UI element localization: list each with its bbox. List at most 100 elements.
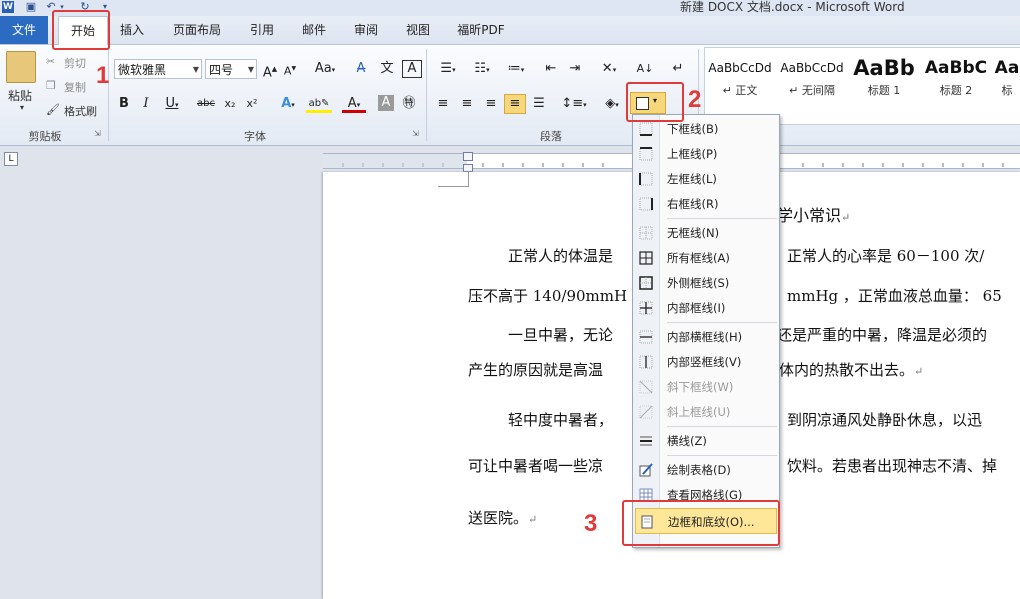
tab-insert[interactable]: 插入 [112,16,152,44]
menu-item-horizontal-line[interactable]: 横线(Z) [633,429,779,453]
tab-selector-icon[interactable]: L [4,152,18,166]
menu-item-outside-borders[interactable]: 外侧框线(S) [633,271,779,295]
font-size-combo[interactable]: 四号 ▼ [205,59,257,79]
bullets-icon[interactable]: ☰▾ [434,60,462,78]
paste-icon[interactable] [6,51,36,83]
copy-button[interactable]: 复制 [64,79,86,95]
font-launcher-icon[interactable]: ⇲ [412,129,419,138]
character-border-icon[interactable]: A [402,60,422,78]
tab-view[interactable]: 视图 [398,16,438,44]
menu-separator [667,455,777,456]
doc-line: 正常人的体温是 [508,247,614,265]
hanging-indent-marker[interactable] [463,164,473,172]
menu-item-inside-borders[interactable]: 内部框线(I) [633,296,779,320]
menu-item-inside-vertical[interactable]: 内部竖框线(V) [633,350,779,374]
cut-button[interactable]: 剪切 [64,55,86,71]
grow-font-icon[interactable]: A▲ [262,60,278,80]
tab-references[interactable]: 引用 [242,16,282,44]
align-left-icon[interactable]: ≡ [434,95,452,113]
menu-item-no-border[interactable]: 无框线(N) [633,221,779,245]
font-color-icon[interactable]: A▾ [342,95,366,113]
menu-item-label: 所有框线(A) [667,251,730,265]
style-heading-1[interactable]: AaBb 标题 1 [849,54,919,114]
italic-icon[interactable]: I [138,95,154,113]
tab-file[interactable]: 文件 [0,16,48,44]
font-name-value: 微软雅黑 [118,63,167,77]
menu-item-label: 内部竖框线(V) [667,355,742,369]
doc-line-with-mark: 体内的热散不出去。↵ [779,359,923,380]
paste-button[interactable]: 粘贴 [8,87,32,104]
font-name-combo[interactable]: 微软雅黑 ▼ [114,59,202,79]
menu-item-label: 绘制表格(D) [667,463,731,477]
paragraph-group-label: 段落 [540,130,562,143]
menu-item-label: 右框线(R) [667,197,719,211]
phonetic-guide-icon[interactable]: 文 [378,60,396,78]
menu-item-left-border[interactable]: 左框线(L) [633,167,779,191]
increase-indent-icon[interactable]: ⇥ [566,60,584,78]
underline-icon[interactable]: U▾ [160,95,184,113]
clipboard-launcher-icon[interactable]: ⇲ [94,129,101,138]
doc-line: 压不高于 140/90mmH [468,287,628,305]
highlight-color-icon[interactable]: ab✎ [306,95,332,113]
doc-line: 正常人的心率是 60－100 次/ [787,247,985,265]
text-effects-icon[interactable]: A▾ [276,95,300,113]
bold-icon[interactable]: B [116,95,132,113]
menu-item-draw-table[interactable]: 绘制表格(D) [633,458,779,482]
paste-dropdown-icon[interactable]: ▾ [20,103,24,112]
paragraph-mark: ↵ [914,365,924,378]
first-line-indent-marker[interactable] [463,152,473,161]
align-right-icon[interactable]: ≡ [482,95,500,113]
enclose-characters-icon[interactable]: ㊕ [400,95,418,113]
distributed-icon[interactable]: ☰ [530,95,548,113]
center-icon[interactable]: ≡ [458,95,476,113]
tab-review[interactable]: 审阅 [346,16,386,44]
style-name: 标 [1001,84,1013,97]
style-normal[interactable]: AaBbCcDd ↵ 正文 [705,54,775,114]
format-painter-icon[interactable]: 🖌 [46,103,60,116]
clear-formatting-icon[interactable]: A̶ [352,60,370,78]
chinese-layout-icon[interactable]: ✕▾ [596,60,622,78]
tab-mailings[interactable]: 邮件 [294,16,334,44]
menu-item-top-border[interactable]: 上框线(P) [633,142,779,166]
tab-page-layout[interactable]: 页面布局 [166,16,228,44]
ribbon-tab-bar: 文件 开始 插入 页面布局 引用 邮件 审阅 视图 福昕PDF [0,16,1020,45]
doc-line: 饮料。若患者出现神志不清、掉 [787,457,998,475]
change-case-icon[interactable]: Aa▾ [314,60,336,78]
title-bar: W ▣ ↶ ▾ ↻ ▾ 新建 DOCX 文档.docx - Microsoft … [0,0,1020,17]
tab-foxit-pdf[interactable]: 福昕PDF [450,16,512,44]
character-shading-icon[interactable]: A [378,95,394,111]
shrink-font-icon[interactable]: A▼ [282,60,298,78]
window-title: 新建 DOCX 文档.docx - Microsoft Word [680,0,905,14]
numbering-icon[interactable]: ☷▾ [468,60,496,78]
save-icon[interactable]: ▣ [24,1,38,13]
doc-line: mmHg ，正常血液总血量： 65 [787,287,1002,305]
superscript-icon[interactable]: x² [244,95,260,113]
style-sample: AaBb [853,56,915,80]
style-heading[interactable]: Aa 标 [993,54,1020,114]
shading-icon[interactable]: ◈▾ [600,95,624,113]
doc-line: 产生的原因就是高温 [468,361,604,379]
menu-item-inside-horizontal[interactable]: 内部横框线(H) [633,325,779,349]
annotation-box-home-tab [52,10,110,50]
subscript-icon[interactable]: x₂ [222,95,238,113]
menu-item-label: 斜上框线(U) [667,405,731,419]
justify-icon[interactable]: ≡ [504,94,526,114]
style-no-spacing[interactable]: AaBbCcDd ↵ 无间隔 [777,54,847,114]
bottom-border-icon [639,122,653,136]
cut-icon[interactable]: ✂ [46,55,55,68]
style-heading-2[interactable]: AaBbC 标题 2 [921,54,991,114]
copy-icon[interactable]: ❐ [46,79,56,92]
style-name: 标题 1 [867,84,901,97]
menu-item-all-borders[interactable]: 所有框线(A) [633,246,779,270]
sort-icon[interactable]: A↓ [636,60,654,78]
show-marks-icon[interactable]: ↵ [670,60,686,78]
format-painter-button[interactable]: 格式刷 [64,103,97,119]
decrease-indent-icon[interactable]: ⇤ [542,60,560,78]
menu-item-right-border[interactable]: 右框线(R) [633,192,779,216]
top-border-icon [639,147,653,161]
multilevel-list-icon[interactable]: ≔▾ [502,60,530,78]
font-size-value: 四号 [209,63,234,77]
menu-item-label: 无框线(N) [667,226,720,240]
line-spacing-icon[interactable]: ↕≡▾ [560,95,588,113]
strikethrough-icon[interactable]: abc [196,95,216,113]
